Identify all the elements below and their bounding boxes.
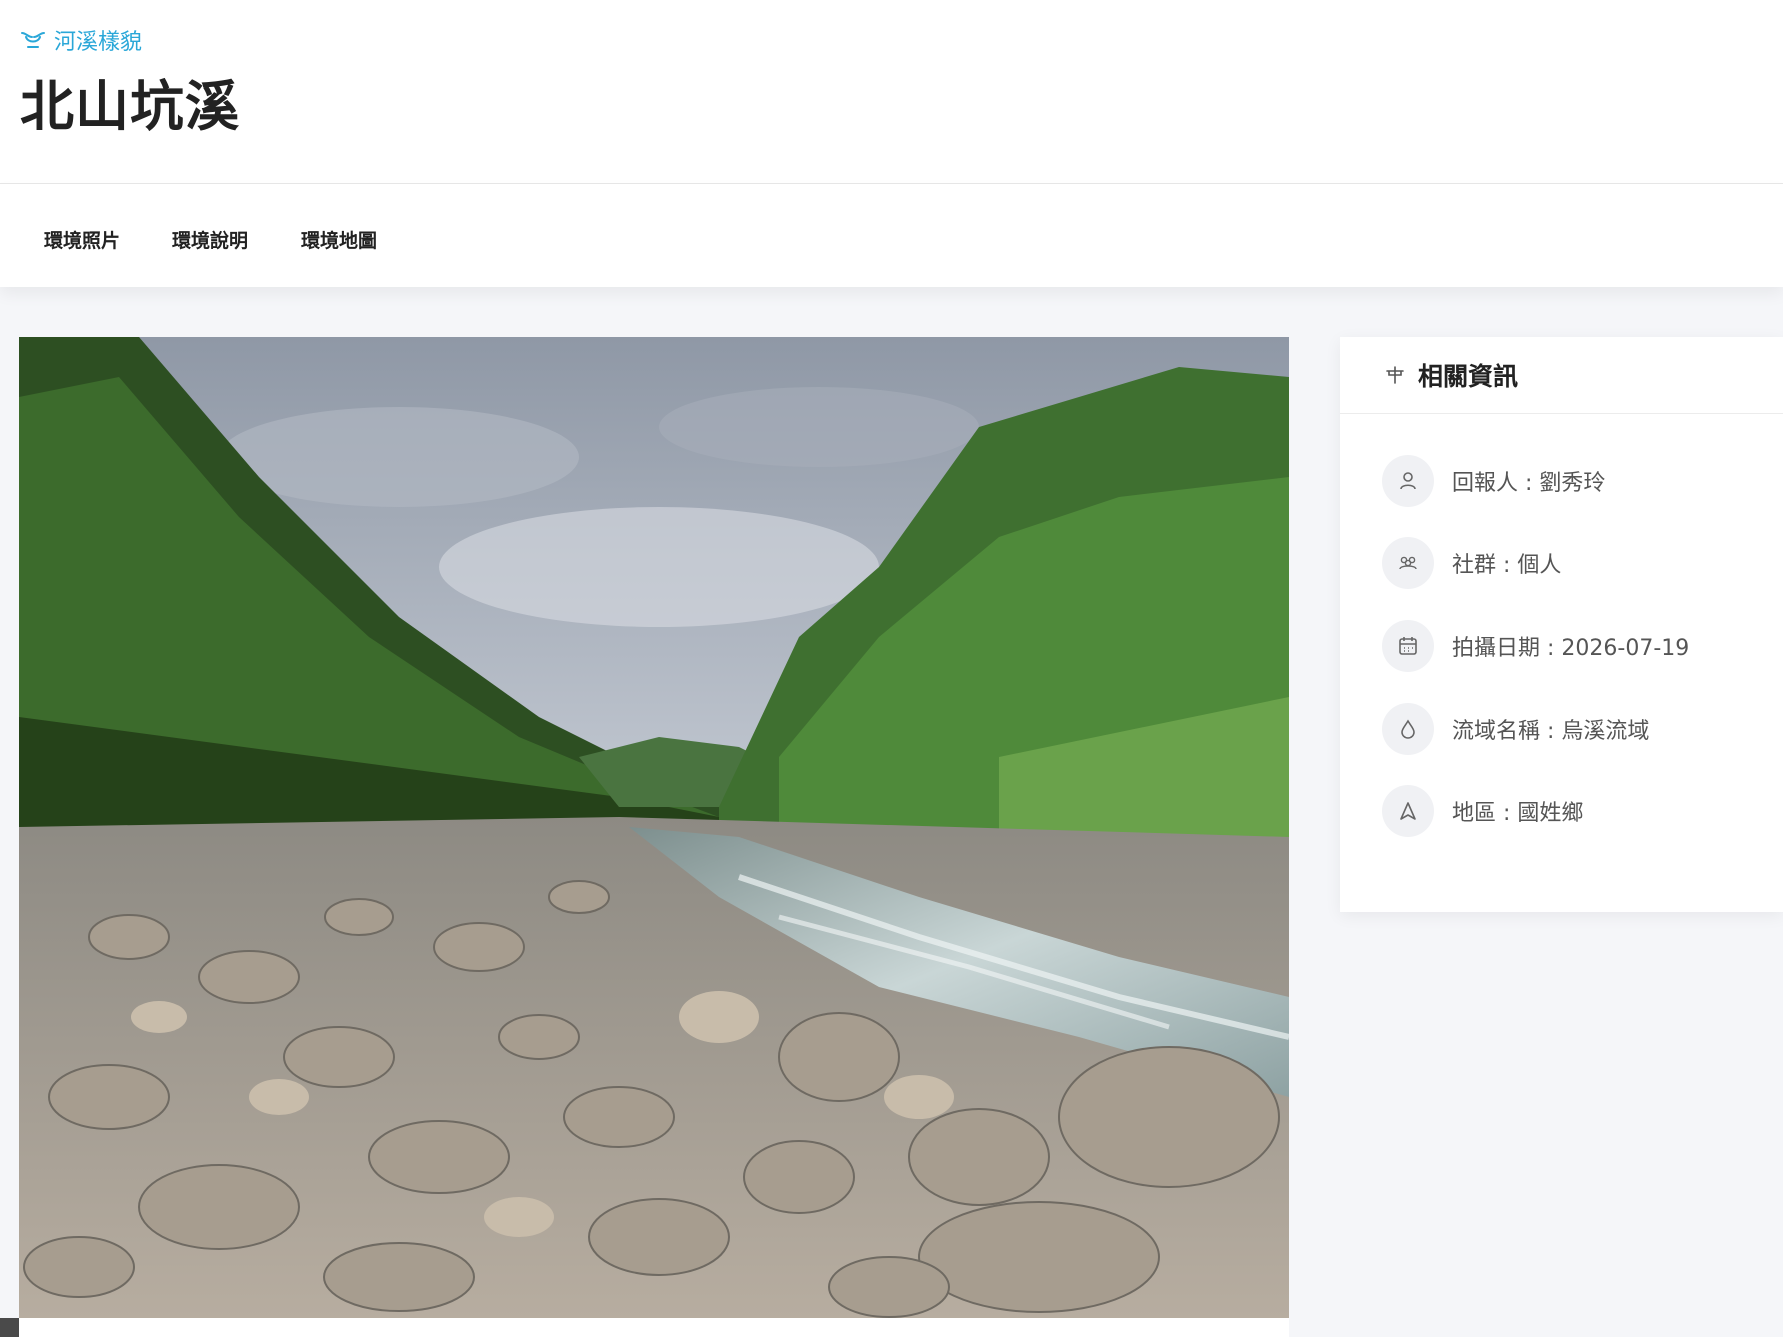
river-photo [19, 337, 1289, 1318]
page-header: 河溪樣貌 北山坑溪 [0, 0, 1783, 183]
user-icon [1382, 455, 1434, 507]
page-title: 北山坑溪 [20, 75, 240, 138]
group-icon [1382, 537, 1434, 589]
scroll-corner [0, 1318, 19, 1337]
river-category-icon [21, 32, 45, 48]
info-basin: 流域名稱 : 烏溪流域 [1382, 703, 1649, 755]
category-label: 河溪樣貌 [54, 30, 143, 55]
basin-text: 流域名稱 : 烏溪流域 [1452, 719, 1650, 744]
info-region: 地區 : 國姓鄉 [1382, 785, 1583, 837]
info-community: 社群 : 個人 [1382, 537, 1561, 589]
water-drop-icon [1382, 703, 1434, 755]
photo-bottom-strip [19, 1318, 1289, 1337]
info-reporter: 回報人 : 劉秀玲 [1382, 455, 1605, 507]
location-arrow-icon [1382, 785, 1434, 837]
info-date: 拍攝日期 : 2026-07-19 [1382, 620, 1689, 672]
community-text: 社群 : 個人 [1452, 553, 1562, 578]
info-panel-title: 相關資訊 [1418, 362, 1519, 391]
tab-environment-map[interactable]: 環境地圖 [301, 226, 377, 253]
date-text: 拍攝日期 : 2026-07-19 [1452, 636, 1690, 661]
calendar-icon [1382, 620, 1434, 672]
info-panel: 相關資訊 回報人 : 劉秀玲 社群 : 個人 拍攝日期 : 2026-07-19… [1340, 337, 1783, 912]
tab-environment-description[interactable]: 環境說明 [172, 226, 248, 253]
reporter-text: 回報人 : 劉秀玲 [1452, 471, 1606, 496]
category-link[interactable]: 河溪樣貌 [20, 24, 142, 56]
tab-environment-photo[interactable]: 環境照片 [44, 226, 120, 253]
region-text: 地區 : 國姓鄉 [1452, 801, 1584, 826]
tab-bar: 環境照片 環境說明 環境地圖 [0, 183, 1783, 287]
info-panel-header: 相關資訊 [1340, 337, 1783, 414]
signpost-icon [1386, 366, 1404, 384]
